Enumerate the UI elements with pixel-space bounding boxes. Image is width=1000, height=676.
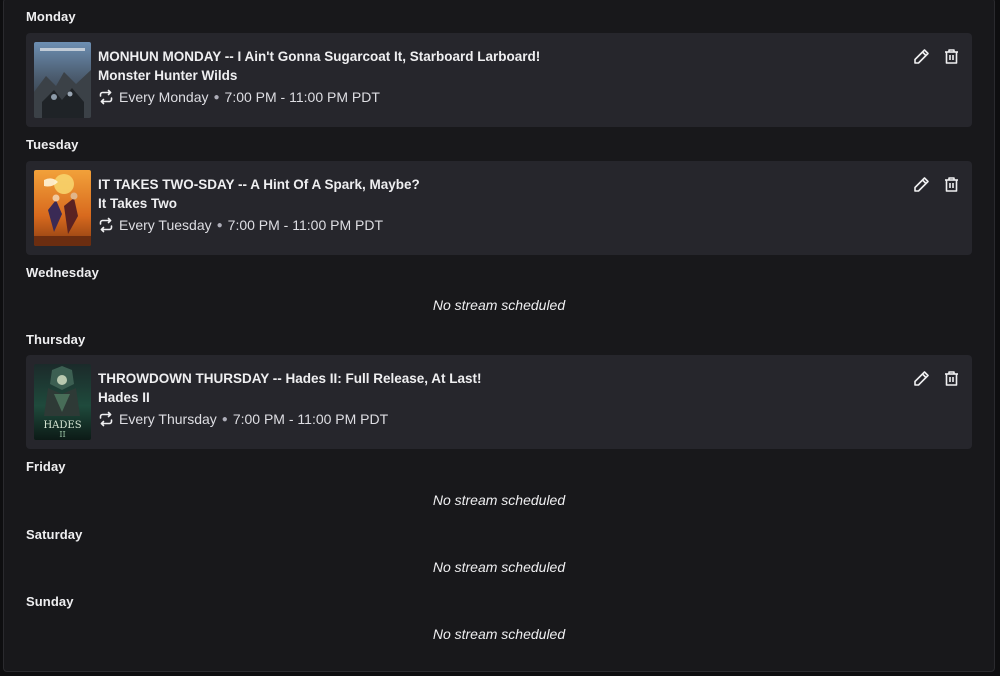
stream-card[interactable]: HADES II THROWDOWN THURSDAY -- Hades II:…: [26, 355, 972, 449]
repeat-icon: [98, 217, 114, 233]
card-actions: [912, 369, 960, 387]
game-box-art: HADES II: [34, 364, 91, 440]
svg-text:II: II: [59, 430, 65, 439]
trash-icon: [944, 370, 958, 386]
trash-icon: [944, 48, 958, 64]
time-range: 7:00 PM - 11:00 PM PDT: [227, 217, 384, 233]
card-actions: [912, 47, 960, 65]
repeat-icon: [98, 89, 114, 105]
pencil-icon: [913, 176, 929, 192]
repeat-icon: [98, 411, 114, 427]
delete-button[interactable]: [942, 175, 960, 193]
day-label: Saturday: [26, 527, 83, 542]
day-label: Sunday: [26, 594, 74, 609]
game-box-art: [34, 170, 91, 246]
no-stream-message: No stream scheduled: [432, 626, 566, 642]
schedule-panel: Monday MONHUN MONDAY -- I Ain't Gonna Su…: [3, 0, 995, 672]
game-box-art: [34, 42, 91, 118]
no-stream-message: No stream scheduled: [432, 297, 566, 313]
stream-title: MONHUN MONDAY -- I Ain't Gonna Sugarcoat…: [98, 49, 541, 64]
edit-button[interactable]: [912, 369, 930, 387]
stream-card[interactable]: MONHUN MONDAY -- I Ain't Gonna Sugarcoat…: [26, 33, 972, 127]
game-name[interactable]: It Takes Two: [98, 196, 177, 211]
recurrence-text: Every Tuesday: [119, 217, 212, 233]
stream-title: IT TAKES TWO-SDAY -- A Hint Of A Spark, …: [98, 177, 420, 192]
stream-schedule-info: Every Monday ● 7:00 PM - 11:00 PM PDT: [98, 89, 380, 105]
trash-icon: [944, 176, 958, 192]
separator-dot: ●: [216, 219, 223, 231]
edit-button[interactable]: [912, 175, 930, 193]
day-label: Friday: [26, 459, 66, 474]
pencil-icon: [913, 370, 929, 386]
day-label: Monday: [26, 9, 76, 24]
no-stream-message: No stream scheduled: [432, 559, 566, 575]
game-name[interactable]: Hades II: [98, 390, 150, 405]
card-actions: [912, 175, 960, 193]
day-label: Wednesday: [26, 265, 99, 280]
recurrence-text: Every Thursday: [119, 411, 217, 427]
time-range: 7:00 PM - 11:00 PM PDT: [224, 89, 380, 105]
time-range: 7:00 PM - 11:00 PM PDT: [232, 411, 389, 427]
day-label: Thursday: [26, 332, 86, 347]
delete-button[interactable]: [942, 47, 960, 65]
separator-dot: ●: [221, 413, 228, 425]
delete-button[interactable]: [942, 369, 960, 387]
game-name[interactable]: Monster Hunter Wilds: [98, 68, 237, 83]
stream-title: THROWDOWN THURSDAY -- Hades II: Full Rel…: [98, 371, 482, 386]
edit-button[interactable]: [912, 47, 930, 65]
stream-card[interactable]: IT TAKES TWO-SDAY -- A Hint Of A Spark, …: [26, 161, 972, 255]
day-label: Tuesday: [26, 137, 79, 152]
separator-dot: ●: [213, 91, 220, 103]
stream-schedule-info: Every Thursday ● 7:00 PM - 11:00 PM PDT: [98, 411, 388, 427]
no-stream-message: No stream scheduled: [432, 492, 566, 508]
stream-schedule-info: Every Tuesday ● 7:00 PM - 11:00 PM PDT: [98, 217, 383, 233]
recurrence-text: Every Monday: [119, 89, 209, 105]
pencil-icon: [913, 48, 929, 64]
